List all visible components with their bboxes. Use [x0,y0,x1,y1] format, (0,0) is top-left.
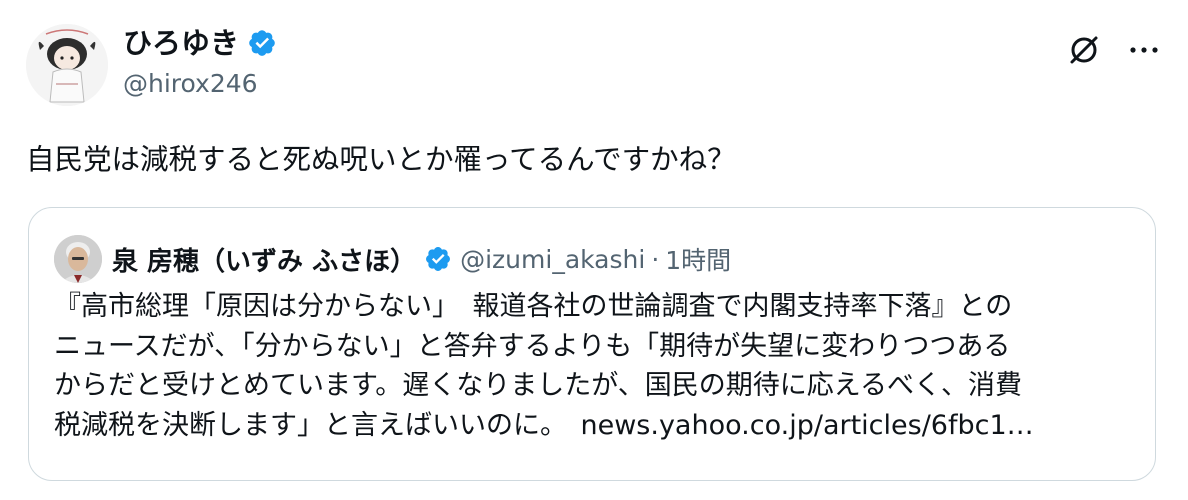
author-avatar[interactable] [26,24,108,106]
quoted-text-line: ニュースだが、「分からない」と答弁するよりも「期待が失望に変わりつつある [54,330,1011,362]
separator-dot: · [651,244,660,274]
quoted-tweet-text: 『高市総理「原因は分からない」 報道各社の世論調査で内閣支持率下落』との ニュー… [54,287,1139,445]
quoted-text-line: 税減税を決断します」と言えばいいのに。 [54,409,554,441]
tweet-actions [1064,30,1164,70]
quoted-author-avatar[interactable] [54,235,102,283]
quoted-tweet-time[interactable]: 1時間 [665,241,731,277]
quoted-text-line: からだと受けとめています。遅くなりましたが、国民の期待に応えるべく、消費 [54,370,1022,401]
quoted-text-line: 『高市総理「原因は分からない」 報道各社の世論調査で内閣支持率下落』との [54,291,1013,322]
tweet-text: 自民党は減税すると死ぬ呪いとか罹ってるんですかね？ [26,143,736,176]
quoted-article-link[interactable]: news.yahoo.co.jp/articles/6fbc1… [581,410,1034,441]
grok-icon[interactable] [1064,30,1104,70]
more-icon[interactable] [1124,30,1164,70]
quoted-tweet-card[interactable]: 泉 房穂（いずみ ふさほ） @izumi_akashi · 1時間 『高市総理「… [28,207,1156,481]
author-handle[interactable]: @hirox246 [123,68,258,100]
author-name-row[interactable]: ひろゆき [123,26,277,60]
verified-badge-icon [424,245,452,273]
quoted-author-handle[interactable]: @izumi_akashi [460,245,645,274]
verified-badge-icon [247,28,277,58]
author-name[interactable]: ひろゆき [123,26,239,60]
quoted-tweet-header: 泉 房穂（いずみ ふさほ） @izumi_akashi · 1時間 [54,235,731,283]
quoted-author-name[interactable]: 泉 房穂（いずみ ふさほ） [112,241,416,278]
